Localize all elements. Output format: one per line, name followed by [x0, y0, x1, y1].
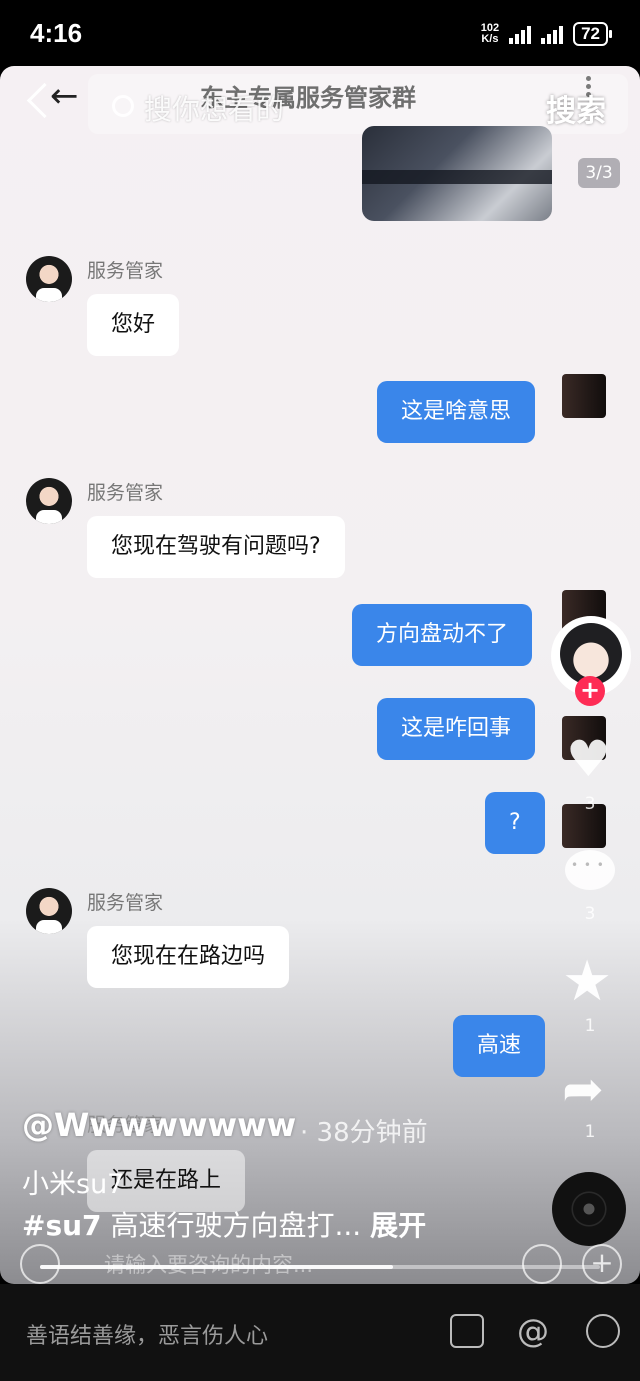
- message-out: 方向盘动不了: [352, 604, 533, 666]
- music-disc-icon[interactable]: [552, 1172, 626, 1246]
- battery-icon: 72: [573, 22, 612, 46]
- agent-avatar: [26, 888, 72, 934]
- comment-count: 3: [584, 904, 596, 924]
- post-caption[interactable]: #su7 高速行驶方向盘打... 展开: [22, 1204, 426, 1244]
- agent-avatar: [26, 256, 72, 302]
- voice-icon: [20, 1244, 60, 1284]
- message-in: 您好: [87, 294, 180, 356]
- signal-icon: [509, 24, 532, 44]
- comment-input[interactable]: 善语结善缘，恶言伤人心: [26, 1318, 268, 1350]
- like-count: 3: [584, 794, 596, 814]
- status-bar: 4:16 102 K/s 72: [0, 0, 640, 66]
- sender-name: 服务管家: [87, 482, 164, 504]
- mention-at-icon[interactable]: @: [516, 1314, 550, 1348]
- sender-name: 服务管家: [87, 892, 164, 914]
- plus-icon: +: [582, 1244, 622, 1284]
- progress-fill: [40, 1265, 393, 1269]
- user-avatar: [562, 374, 606, 418]
- message-out: 这是啥意思: [377, 381, 536, 443]
- message-out: ?: [485, 792, 545, 854]
- search-icon: [112, 95, 134, 117]
- favorite-star-icon[interactable]: ★: [562, 954, 612, 1010]
- chat-input-placeholder: 请输入要咨询的内容...: [104, 1249, 313, 1279]
- like-heart-icon[interactable]: ♥: [566, 734, 611, 784]
- search-placeholder: 搜你想看的: [144, 93, 285, 126]
- emoji-icon: [522, 1244, 562, 1284]
- sender-name: 服务管家: [87, 260, 164, 282]
- comment-bar: 善语结善缘，恶言伤人心 @: [0, 1284, 640, 1381]
- message-in: 您现在驾驶有问题吗?: [87, 516, 345, 578]
- hashtag-link[interactable]: #su7: [22, 1209, 102, 1242]
- expand-link[interactable]: 展开: [370, 1209, 426, 1242]
- message-in: 您现在在路边吗: [87, 926, 290, 988]
- author-name[interactable]: @Wwwwwwww: [22, 1106, 296, 1144]
- follow-button[interactable]: +: [575, 676, 605, 706]
- image-counter-badge: 3/3: [578, 158, 620, 188]
- status-time: 4:16: [30, 18, 83, 48]
- video-frame[interactable]: ← 东主专属服务管家群 搜你想看的 搜索 3/3 服务管家 您好 这是啥意思 服…: [0, 66, 640, 1284]
- message-out: 这是咋回事: [377, 698, 536, 760]
- video-progress-bar[interactable]: [40, 1265, 600, 1269]
- share-arrow-icon[interactable]: ➦: [562, 1064, 604, 1114]
- status-icons: 102 K/s 72: [480, 22, 612, 46]
- net-speed: 102 K/s: [480, 22, 500, 45]
- image-icon[interactable]: [450, 1314, 484, 1348]
- favorite-count: 1: [584, 1016, 596, 1036]
- message-out: 高速: [453, 1015, 546, 1077]
- signal-icon-2: [541, 24, 564, 44]
- image-message: [362, 126, 552, 221]
- caption-text: 高速行驶方向盘打...: [101, 1209, 362, 1242]
- emoji-icon[interactable]: [586, 1314, 620, 1348]
- share-count: 1: [584, 1122, 596, 1142]
- comment-icon[interactable]: [565, 850, 615, 890]
- search-button[interactable]: 搜索: [546, 86, 606, 130]
- post-title: 小米su7: [22, 1169, 125, 1200]
- agent-avatar: [26, 478, 72, 524]
- post-time: · 38分钟前: [300, 1118, 428, 1148]
